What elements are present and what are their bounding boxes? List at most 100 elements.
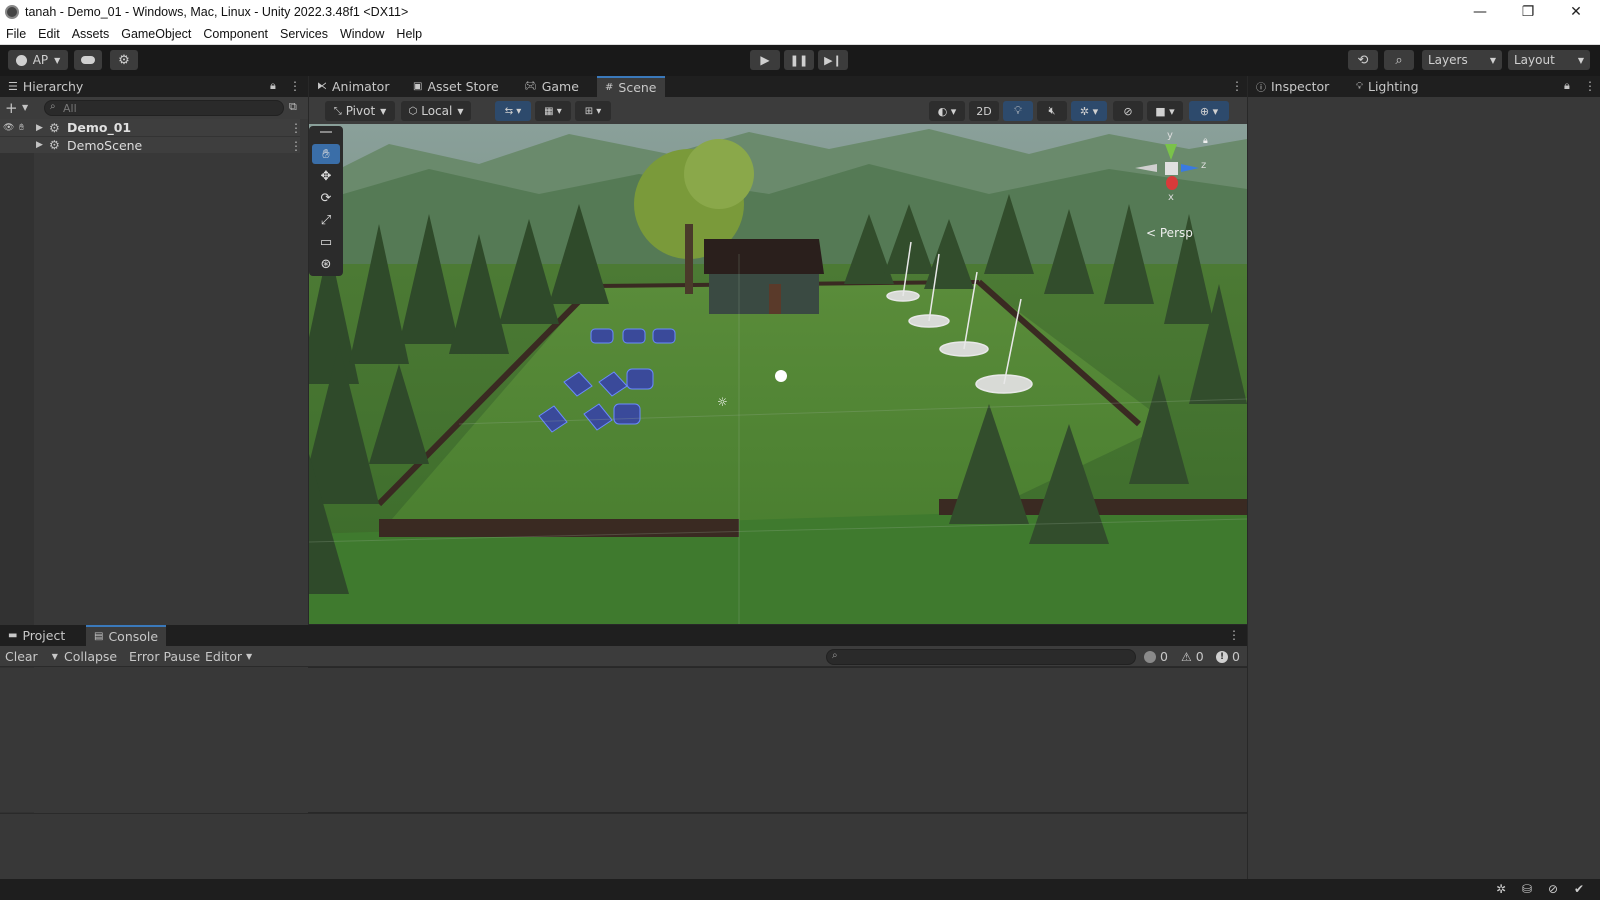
- pivot-dropdown[interactable]: ⤡ Pivot ▼: [325, 101, 395, 121]
- play-button[interactable]: ▶: [750, 50, 780, 70]
- hidden-objects-toggle[interactable]: ⊘: [1113, 101, 1143, 121]
- layout-dropdown[interactable]: Layout ▼: [1508, 50, 1590, 70]
- snap-toggle[interactable]: ⇆ ▾: [495, 101, 531, 121]
- minimize-button[interactable]: —: [1456, 0, 1504, 24]
- local-dropdown[interactable]: ⬡ Local ▼: [401, 101, 471, 121]
- orientation-gizmo[interactable]: y z x 🔒︎ < Persp: [1131, 130, 1241, 240]
- increment-snap-dropdown[interactable]: ⊞ ▾: [575, 101, 611, 121]
- eye-icon[interactable]: 👁︎: [3, 123, 14, 133]
- error-pause-button[interactable]: Error Pause: [129, 646, 200, 667]
- hierarchy-search-input[interactable]: ⌕ All: [44, 100, 284, 116]
- scene-icon: ⚙: [49, 138, 60, 152]
- pick-icon[interactable]: ✋︎: [19, 123, 24, 133]
- collab-button[interactable]: ⚙: [110, 50, 138, 70]
- menu-services[interactable]: Services: [274, 27, 334, 41]
- tab-game[interactable]: 🎮︎ Game: [516, 76, 587, 97]
- console-search-input[interactable]: ⌕: [826, 649, 1136, 665]
- menu-file[interactable]: File: [0, 27, 32, 41]
- console-detail-area[interactable]: [0, 813, 1247, 879]
- debug-icon[interactable]: ✲: [1496, 882, 1506, 896]
- chevron-down-icon[interactable]: ▼: [22, 103, 28, 112]
- hand-tool[interactable]: ✋︎: [312, 144, 340, 164]
- center-cube[interactable]: [1165, 162, 1178, 175]
- menu-edit[interactable]: Edit: [32, 27, 66, 41]
- menu-help[interactable]: Help: [390, 27, 428, 41]
- lighting-toggle[interactable]: 💡︎: [1003, 101, 1033, 121]
- neg-x-cone[interactable]: [1135, 164, 1157, 172]
- hierarchy-item-demo01[interactable]: 👁︎ ✋︎ ▶ ⚙ Demo_01 ⋮: [0, 119, 302, 136]
- pause-button[interactable]: ❚❚: [784, 50, 814, 70]
- rect-tool[interactable]: ▭: [312, 232, 340, 252]
- pivot-label: Pivot: [345, 104, 376, 118]
- step-button[interactable]: ▶❙: [818, 50, 848, 70]
- tab-scene[interactable]: # Scene: [597, 76, 665, 97]
- more-options-icon[interactable]: ⋮: [289, 79, 301, 93]
- move-tool[interactable]: ✥: [312, 166, 340, 186]
- cache-server-icon[interactable]: ⛁: [1522, 882, 1532, 896]
- tab-asset-store[interactable]: ▣ Asset Store: [405, 76, 507, 97]
- tab-project[interactable]: ▬ Project: [0, 625, 73, 646]
- search-button[interactable]: ⌕: [1384, 50, 1414, 70]
- more-options-icon[interactable]: ⋮: [290, 139, 302, 153]
- tab-lighting[interactable]: 💡︎ Lighting: [1348, 76, 1427, 97]
- log-toggle[interactable]: 0: [1144, 646, 1168, 667]
- layers-dropdown[interactable]: Layers ▼: [1422, 50, 1502, 70]
- cloud-button[interactable]: [74, 50, 102, 70]
- snap-icon: ⇆ ▾: [504, 105, 522, 117]
- gizmos-dropdown[interactable]: ⊕ ▾: [1189, 101, 1229, 121]
- draw-mode-dropdown[interactable]: ◐ ▾: [929, 101, 965, 121]
- menu-window[interactable]: Window: [334, 27, 390, 41]
- maximize-button[interactable]: ❐: [1504, 0, 1552, 24]
- lock-icon[interactable]: 🔒︎: [1203, 136, 1208, 146]
- cloud-icon: [81, 56, 95, 64]
- collapse-button[interactable]: Collapse: [64, 646, 117, 667]
- grid-snap-dropdown[interactable]: ▦ ▾: [535, 101, 571, 121]
- scene-viewport[interactable]: ☼ ✋︎ ✥ ⟳ ⤢ ▭ ⊛ y z x 🔒︎ < Persp: [309, 124, 1247, 624]
- lock-icon[interactable]: 🔒︎: [270, 79, 276, 93]
- scale-tool[interactable]: ⤢: [312, 210, 340, 230]
- inspector-panel: [1248, 97, 1600, 879]
- rotate-tool[interactable]: ⟳: [312, 188, 340, 208]
- more-options-icon[interactable]: ⋮: [1231, 79, 1243, 93]
- expand-arrow-icon[interactable]: ▶: [36, 123, 43, 133]
- more-options-icon[interactable]: ⋮: [1584, 79, 1596, 93]
- transform-tool[interactable]: ⊛: [312, 254, 340, 274]
- clear-button[interactable]: Clear ▼: [5, 646, 58, 667]
- warning-toggle[interactable]: ⚠ 0: [1181, 646, 1204, 667]
- y-axis-cone[interactable]: [1165, 144, 1177, 160]
- camera-dropdown[interactable]: ■ ▾: [1147, 101, 1183, 121]
- lock-icon[interactable]: 🔒︎: [1564, 79, 1570, 93]
- editor-dropdown[interactable]: Editor ▼: [205, 646, 252, 667]
- svg-text:☼: ☼: [717, 395, 728, 409]
- audio-toggle[interactable]: 🔇︎: [1037, 101, 1067, 121]
- more-options-icon[interactable]: ⋮: [1228, 628, 1240, 642]
- rect-icon: ▭: [319, 234, 333, 250]
- z-axis-cone[interactable]: [1181, 164, 1199, 172]
- close-button[interactable]: ✕: [1552, 0, 1600, 24]
- account-dropdown[interactable]: AP ▼: [8, 50, 68, 70]
- menu-component[interactable]: Component: [197, 27, 274, 41]
- hierarchy-item-demoscene[interactable]: ▶ ⚙ DemoScene ⋮: [0, 136, 302, 153]
- more-options-icon[interactable]: ⋮: [290, 121, 302, 135]
- chevron-down-icon[interactable]: ▼: [52, 652, 58, 661]
- persp-label[interactable]: < Persp: [1146, 226, 1193, 240]
- check-icon[interactable]: ✔: [1574, 882, 1584, 896]
- drag-handle-icon[interactable]: [320, 131, 332, 133]
- tab-console[interactable]: ▤ Console: [86, 625, 167, 646]
- effects-dropdown[interactable]: ✲ ▾: [1071, 101, 1107, 121]
- tab-animator[interactable]: ⧔ Animator: [309, 76, 397, 97]
- tab-inspector[interactable]: ⓘ Inspector: [1248, 76, 1337, 97]
- expand-arrow-icon[interactable]: ▶: [36, 140, 43, 150]
- tab-hierarchy[interactable]: ☰ Hierarchy: [0, 76, 100, 97]
- gi-icon[interactable]: ⊘: [1548, 882, 1558, 896]
- error-toggle[interactable]: ! 0: [1216, 646, 1240, 667]
- menu-gameobject[interactable]: GameObject: [115, 27, 197, 41]
- scene-search-icon[interactable]: ⧉: [289, 100, 297, 114]
- x-axis-cone[interactable]: [1166, 176, 1178, 190]
- history-button[interactable]: ⟲: [1348, 50, 1378, 70]
- add-icon[interactable]: +: [5, 99, 18, 117]
- 2d-toggle[interactable]: 2D: [969, 101, 999, 121]
- menu-assets[interactable]: Assets: [66, 27, 116, 41]
- move-icon: ✥: [320, 168, 332, 184]
- console-log-list[interactable]: [0, 668, 1247, 812]
